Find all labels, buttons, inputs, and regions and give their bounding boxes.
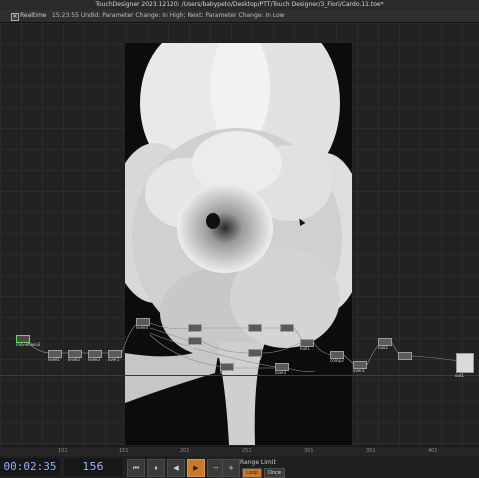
play-reverse-icon[interactable]: ◀ [167, 459, 185, 477]
node-label: edge1 [280, 331, 293, 336]
node-label: over3 [353, 368, 365, 373]
timecode-display[interactable]: 00:02:35 [0, 458, 60, 476]
ruler-tick: 351 [366, 448, 376, 454]
transport-bar: 00:02:35 156 ⏮ ⏸ ◀ ▶ − + Range Limit Loo… [0, 456, 479, 478]
skip-to-start-icon[interactable]: ⏮ [127, 459, 145, 477]
flower-image [125, 43, 352, 445]
ruler-tick: 251 [242, 448, 252, 454]
network-editor[interactable]: moviefilein2 level1 level2 level3 over1 … [0, 23, 479, 446]
ruler-tick: 151 [119, 448, 129, 454]
status-message: 15:23:55 Undid: Parameter Change: In Hig… [52, 12, 285, 19]
ruler-tick: 301 [304, 448, 314, 454]
node-label: over2 [275, 370, 287, 375]
timeline-ruler[interactable]: 101 151 201 251 301 351 401 [0, 446, 479, 456]
node-label: comp3 [330, 358, 344, 363]
node-label: level1 [48, 357, 61, 362]
ruler-tick: 101 [58, 448, 68, 454]
pause-icon[interactable]: ⏸ [147, 459, 165, 477]
node-label: moviefilein2 [16, 342, 41, 347]
ruler-tick: 401 [428, 448, 438, 454]
background-preview-image [125, 43, 352, 445]
info-bar: ✕ Realtime 15:23:55 Undid: Parameter Cha… [0, 10, 479, 23]
step-forward-icon[interactable]: + [222, 459, 240, 477]
node-out[interactable] [456, 353, 474, 373]
node-label: null1 [300, 346, 310, 351]
node-label: blur1 [188, 344, 199, 349]
frame-counter[interactable]: 156 [64, 458, 122, 476]
node-label: level5 [248, 331, 261, 336]
realtime-checkbox[interactable]: ✕ [11, 13, 19, 21]
range-limit-label: Range Limit [240, 459, 276, 466]
node-label: comp2 [248, 356, 262, 361]
once-button[interactable]: Once [264, 468, 285, 478]
node-label: out1 [455, 373, 465, 378]
node-label: level3 [88, 357, 101, 362]
node-label: null2 [378, 345, 388, 350]
realtime-label: Realtime [20, 12, 47, 19]
node-label: over1 [108, 357, 120, 362]
network-divider [0, 375, 479, 376]
node-label: level2 [68, 357, 81, 362]
loop-button[interactable]: Loop [242, 468, 262, 478]
play-forward-icon[interactable]: ▶ [187, 459, 205, 477]
node-label: comp1 [188, 331, 202, 336]
node-null[interactable] [398, 352, 412, 360]
node-label: level4 [136, 325, 149, 330]
ruler-tick: 201 [180, 448, 190, 454]
node-label: level6 [220, 370, 233, 375]
